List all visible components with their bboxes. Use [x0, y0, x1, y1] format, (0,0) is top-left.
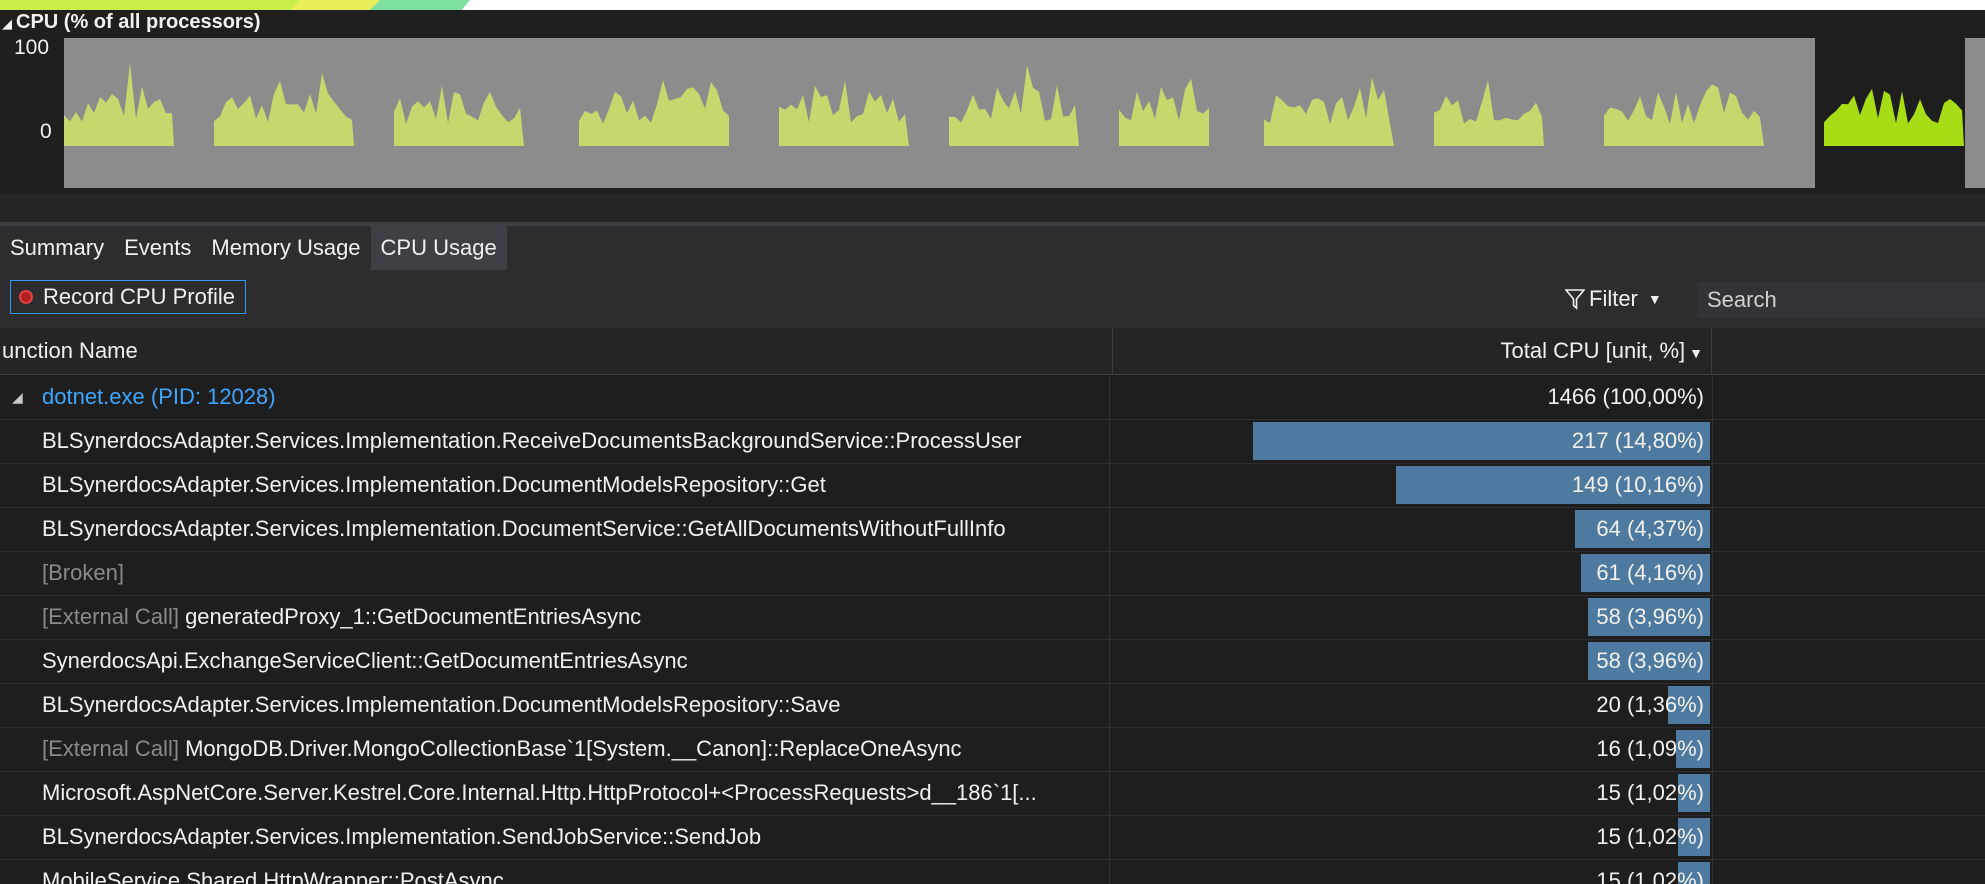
function-name-cell: BLSynerdocsAdapter.Services.Implementati…: [0, 683, 1110, 727]
table-row[interactable]: Microsoft.AspNetCore.Server.Kestrel.Core…: [0, 771, 1985, 816]
function-prefix: [External Call]: [42, 736, 186, 761]
total-cpu-value: 64 (4,37%): [1596, 516, 1704, 541]
cpu-function-table: unction Name Total CPU [unit, %] ▼ ◢ dotne…: [0, 328, 1985, 884]
function-name-cell: [Broken]: [0, 551, 1110, 595]
cpu-activity-area: [1604, 84, 1764, 146]
cpu-activity-area: [1264, 77, 1394, 146]
total-cpu-value: 15 (1,02%): [1596, 780, 1704, 805]
function-name: BLSynerdocsAdapter.Services.Implementati…: [42, 516, 1006, 541]
filter-dropdown[interactable]: Filter ▼: [1565, 282, 1662, 316]
diagnostic-tools-panel: ◢ CPU (% of all processors) 100 0 Summary…: [0, 10, 1985, 884]
tab-cpu-usage[interactable]: CPU Usage: [370, 226, 507, 270]
cpu-activity-area: [1434, 80, 1544, 146]
total-cpu-cell: 58 (3,96%): [1112, 639, 1713, 683]
cpu-axis-max-label: 100: [14, 36, 50, 59]
function-prefix: [Broken]: [42, 560, 124, 585]
function-name-cell: BLSynerdocsAdapter.Services.Implementati…: [0, 815, 1110, 859]
table-row[interactable]: [External Call] generatedProxy_1::GetDoc…: [0, 595, 1985, 640]
table-row[interactable]: BLSynerdocsAdapter.Services.Implementati…: [0, 507, 1985, 552]
function-name-cell: [External Call] MongoDB.Driver.MongoColl…: [0, 727, 1110, 771]
cpu-activity-area: [779, 80, 909, 146]
record-icon: [19, 290, 33, 304]
total-cpu-value: 58 (3,96%): [1596, 604, 1704, 629]
function-name-cell: BLSynerdocsAdapter.Services.Implementati…: [0, 419, 1110, 463]
total-cpu-cell: 217 (14,80%): [1112, 419, 1713, 463]
cpu-axis-min-label: 0: [40, 120, 52, 143]
function-name-cell: SynerdocsApi.ExchangeServiceClient::GetD…: [0, 639, 1110, 683]
cpu-activity-area: [214, 73, 354, 146]
function-prefix: [External Call]: [42, 604, 186, 629]
function-name: MobileService.Shared.HttpWrapper::PostAs…: [42, 868, 504, 884]
cpu-activity-area: [1119, 78, 1209, 146]
function-name: dotnet.exe (PID: 12028): [42, 384, 276, 409]
function-name: SynerdocsApi.ExchangeServiceClient::GetD…: [42, 648, 688, 673]
function-name: BLSynerdocsAdapter.Services.Implementati…: [42, 472, 826, 497]
expand-triangle-icon[interactable]: ◢: [12, 375, 23, 419]
tab-events[interactable]: Events: [114, 226, 201, 270]
sort-descending-icon: ▼: [1689, 345, 1703, 361]
collapse-triangle-icon[interactable]: ◢: [2, 16, 12, 31]
table-row[interactable]: [Broken] 61 (4,16%): [0, 551, 1985, 596]
record-cpu-profile-button[interactable]: Record CPU Profile: [10, 280, 246, 314]
table-row[interactable]: ◢ dotnet.exe (PID: 12028) 1466 (100,00%): [0, 375, 1985, 420]
function-name-cell: [External Call] generatedProxy_1::GetDoc…: [0, 595, 1110, 639]
total-cpu-value: 1466 (100,00%): [1547, 384, 1704, 409]
table-row[interactable]: MobileService.Shared.HttpWrapper::PostAs…: [0, 859, 1985, 884]
cpu-activity-area: [949, 65, 1079, 146]
table-row[interactable]: BLSynerdocsAdapter.Services.Implementati…: [0, 683, 1985, 728]
function-name-cell: BLSynerdocsAdapter.Services.Implementati…: [0, 463, 1110, 507]
cpu-activity-area: [394, 85, 524, 146]
function-name: BLSynerdocsAdapter.Services.Implementati…: [42, 428, 1022, 453]
total-cpu-cell: 16 (1,09%): [1112, 727, 1713, 771]
function-name: BLSynerdocsAdapter.Services.Implementati…: [42, 824, 762, 849]
total-cpu-value: 15 (1,02%): [1596, 868, 1704, 884]
total-cpu-value: 149 (10,16%): [1571, 472, 1704, 497]
function-name: MongoDB.Driver.MongoCollectionBase`1[Sys…: [185, 736, 962, 761]
function-name-cell: BLSynerdocsAdapter.Services.Implementati…: [0, 507, 1110, 551]
total-cpu-value: 217 (14,80%): [1571, 428, 1704, 453]
total-cpu-cell: 15 (1,02%): [1112, 859, 1713, 884]
function-name: Microsoft.AspNetCore.Server.Kestrel.Core…: [42, 780, 1037, 805]
table-row[interactable]: BLSynerdocsAdapter.Services.Implementati…: [0, 419, 1985, 464]
cpu-toolbar: Record CPU Profile Filter ▼: [0, 270, 1985, 328]
function-name-cell: Microsoft.AspNetCore.Server.Kestrel.Core…: [0, 771, 1110, 815]
total-cpu-value: 58 (3,96%): [1596, 648, 1704, 673]
total-cpu-cell: 149 (10,16%): [1112, 463, 1713, 507]
total-cpu-cell: 64 (4,37%): [1112, 507, 1713, 551]
filter-funnel-icon: [1565, 289, 1585, 310]
total-cpu-cell: 61 (4,16%): [1112, 551, 1713, 595]
function-name-cell: MobileService.Shared.HttpWrapper::PostAs…: [0, 859, 1110, 884]
total-cpu-cell: 15 (1,02%): [1112, 815, 1713, 859]
total-cpu-value: 20 (1,36%): [1596, 692, 1704, 717]
table-row[interactable]: BLSynerdocsAdapter.Services.Implementati…: [0, 815, 1985, 860]
cpu-usage-graph[interactable]: [64, 38, 1985, 188]
total-cpu-cell: 1466 (100,00%): [1112, 375, 1713, 419]
cpu-activity-area: [579, 80, 729, 146]
total-cpu-value: 16 (1,09%): [1596, 736, 1704, 761]
total-cpu-cell: 15 (1,02%): [1112, 771, 1713, 815]
function-name: generatedProxy_1::GetDocumentEntriesAsyn…: [185, 604, 642, 629]
diagnostic-tabs: Summary Events Memory Usage CPU Usage: [0, 226, 1985, 270]
total-cpu-cell: 20 (1,36%): [1112, 683, 1713, 727]
total-cpu-value: 15 (1,02%): [1596, 824, 1704, 849]
tab-summary[interactable]: Summary: [0, 226, 114, 270]
function-name-cell: ◢ dotnet.exe (PID: 12028): [0, 375, 1110, 419]
column-header-function-name[interactable]: unction Name: [2, 328, 1113, 374]
function-name: BLSynerdocsAdapter.Services.Implementati…: [42, 692, 841, 717]
graph-timeline-footer: [0, 194, 1985, 222]
table-header: unction Name Total CPU [unit, %] ▼: [0, 328, 1985, 375]
cpu-graph-title[interactable]: ◢ CPU (% of all processors): [0, 10, 261, 36]
search-input[interactable]: [1697, 282, 1985, 318]
total-cpu-cell: 58 (3,96%): [1112, 595, 1713, 639]
table-row[interactable]: BLSynerdocsAdapter.Services.Implementati…: [0, 463, 1985, 508]
column-header-total-cpu[interactable]: Total CPU [unit, %] ▼: [1112, 328, 1712, 374]
tab-memory-usage[interactable]: Memory Usage: [201, 226, 370, 270]
table-row[interactable]: [External Call] MongoDB.Driver.MongoColl…: [0, 727, 1985, 772]
total-cpu-value: 61 (4,16%): [1596, 560, 1704, 585]
cpu-activity-area: [64, 63, 174, 146]
column-header-empty: [1712, 328, 1985, 374]
table-row[interactable]: SynerdocsApi.ExchangeServiceClient::GetD…: [0, 639, 1985, 684]
chevron-down-icon: ▼: [1647, 291, 1662, 307]
cpu-usage-chart: [64, 38, 1965, 188]
